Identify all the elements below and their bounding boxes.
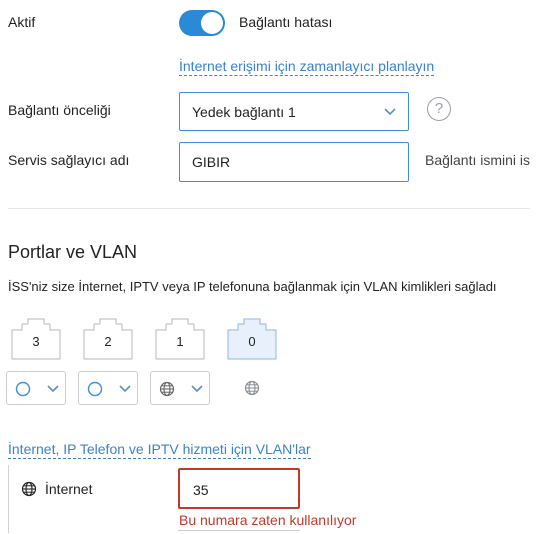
circle-icon: [87, 381, 103, 397]
globe-icon: [159, 381, 175, 397]
ports-section-description: İSS'niz size İnternet, IPTV veya IP tele…: [8, 279, 497, 294]
port-number: 3: [32, 334, 40, 349]
chevron-down-icon: [119, 385, 131, 393]
help-icon[interactable]: ?: [427, 97, 451, 121]
port-3[interactable]: 3: [11, 318, 61, 360]
chevron-down-icon: [47, 385, 59, 393]
ports-section-title: Portlar ve VLAN: [8, 242, 138, 262]
isp-label: Servis sağlayıcı adı: [8, 152, 130, 168]
port-number: 1: [176, 334, 184, 349]
active-toggle[interactable]: [179, 10, 225, 36]
chevron-down-icon: [384, 108, 396, 116]
toggle-knob: [201, 12, 223, 34]
circle-icon: [15, 381, 31, 397]
port-1[interactable]: 1: [155, 318, 205, 360]
isp-input-value: GIBIR: [192, 154, 231, 170]
next-field-edge: [178, 530, 300, 534]
chevron-down-icon: [191, 385, 203, 393]
vlan-error-message: Bu numara zaten kullanılıyor: [179, 512, 357, 528]
port-2[interactable]: 2: [83, 318, 133, 360]
isp-hint: Bağlantı ismini is: [425, 152, 531, 168]
section-divider: [8, 208, 530, 209]
vlan-internet-value: 35: [193, 482, 209, 498]
globe-icon: [244, 380, 260, 396]
vlan-internet-input[interactable]: 35: [178, 468, 300, 509]
status-label: Aktif: [8, 14, 36, 30]
port-3-mode-select[interactable]: [6, 371, 66, 405]
globe-icon: [21, 481, 37, 497]
port-1-mode-select[interactable]: [150, 371, 210, 405]
priority-label: Bağlantı önceliği: [8, 102, 111, 118]
port-2-mode-select[interactable]: [78, 371, 138, 405]
priority-select[interactable]: Yedek bağlantı 1: [179, 92, 409, 131]
vlan-group-line: [8, 465, 9, 533]
isp-input[interactable]: GIBIR: [179, 142, 409, 182]
port-number: 0: [248, 334, 256, 349]
priority-select-value: Yedek bağlantı 1: [192, 103, 296, 120]
port-number: 2: [104, 334, 112, 349]
vlan-internet-label: İnternet: [45, 481, 93, 497]
schedule-link[interactable]: İnternet erişimi için zamanlayıcı planla…: [179, 58, 435, 76]
port-0[interactable]: 0: [227, 318, 277, 360]
vlan-services-link[interactable]: İnternet, IP Telefon ve IPTV hizmeti içi…: [8, 441, 311, 459]
connection-status-text: Bağlantı hatası: [239, 14, 333, 30]
